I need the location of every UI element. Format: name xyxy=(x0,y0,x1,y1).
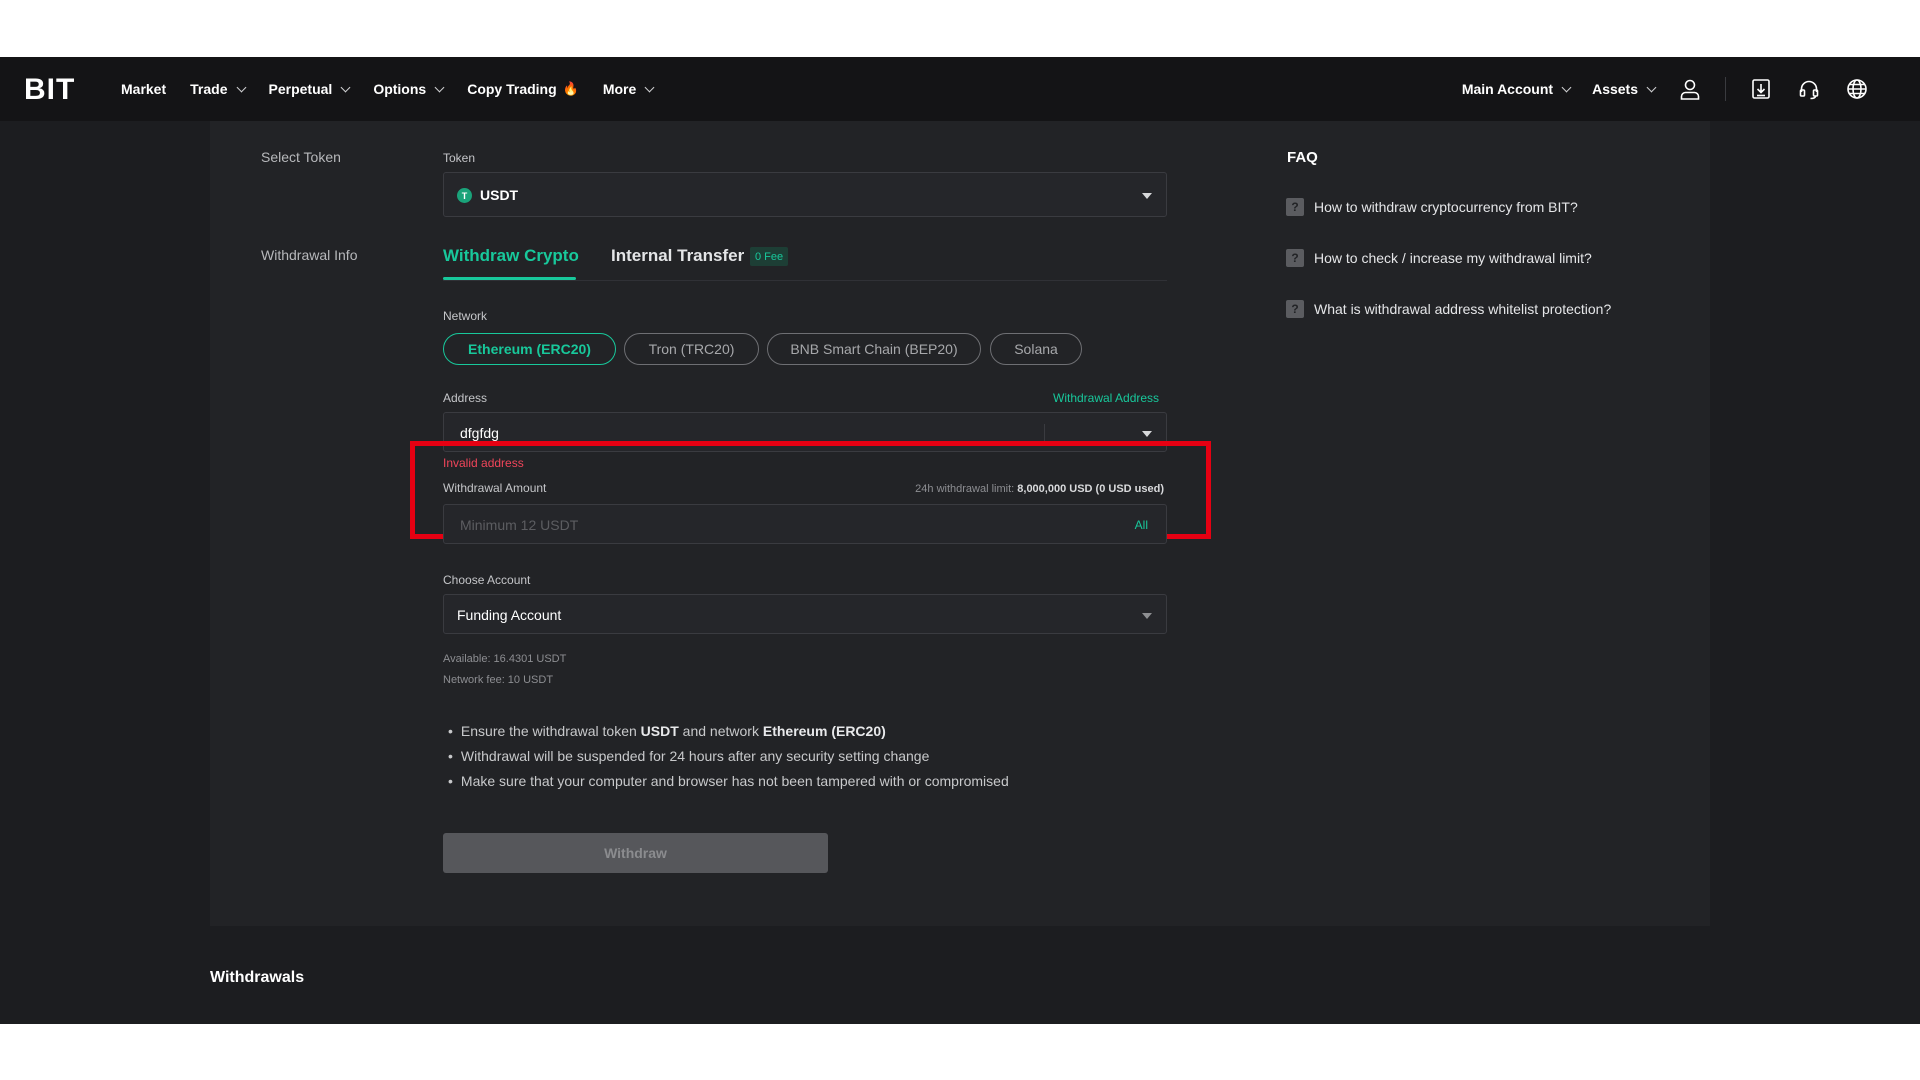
faq-item[interactable]: ? How to withdraw cryptocurrency from BIT… xyxy=(1286,198,1578,216)
amount-input[interactable]: Minimum 12 USDT All xyxy=(443,504,1167,544)
address-divider xyxy=(1044,424,1045,442)
main-account-menu[interactable]: Main Account xyxy=(1461,81,1572,97)
user-icon[interactable] xyxy=(1677,76,1703,102)
tab-withdraw-crypto[interactable]: Withdraw Crypto xyxy=(443,246,579,266)
all-button[interactable]: All xyxy=(1135,518,1148,532)
network-solana[interactable]: Solana xyxy=(990,333,1082,365)
network-label: Network xyxy=(443,309,488,323)
bit-logo[interactable]: BIT xyxy=(24,73,75,107)
withdraw-button[interactable]: Withdraw xyxy=(443,833,828,873)
note-1-network: Ethereum (ERC20) xyxy=(762,723,886,739)
caret-down-icon xyxy=(1142,193,1152,199)
nav-copy-trading-label: Copy Trading xyxy=(467,81,557,97)
app-frame: BIT Market Trade Perpetual Options Copy … xyxy=(0,57,1920,1024)
nav-more[interactable]: More xyxy=(602,81,655,97)
address-book-caret-icon[interactable] xyxy=(1142,431,1152,437)
faq-item-label: How to check / increase my withdrawal li… xyxy=(1314,250,1592,266)
limit-prefix: 24h withdrawal limit: xyxy=(915,483,1018,495)
nav-options[interactable]: Options xyxy=(373,81,445,97)
amount-label: Withdrawal Amount xyxy=(443,481,547,495)
note-2: • Withdrawal will be suspended for 24 hou… xyxy=(448,748,929,764)
main-nav: Market Trade Perpetual Options Copy Trad… xyxy=(121,57,655,121)
faq-item-label: What is withdrawal address whitelist pro… xyxy=(1314,301,1612,317)
chevron-down-icon xyxy=(434,82,445,92)
token-value: USDT xyxy=(480,187,519,203)
globe-icon[interactable] xyxy=(1844,76,1870,102)
nav-perpetual-label: Perpetual xyxy=(268,81,333,97)
nav-trade[interactable]: Trade xyxy=(190,81,246,97)
top-navbar: BIT Market Trade Perpetual Options Copy … xyxy=(0,57,1920,121)
tab-internal-transfer[interactable]: Internal Transfer xyxy=(611,246,744,266)
main-account-label: Main Account xyxy=(1461,81,1554,97)
limit-value: 8,000,000 USD (0 USD used) xyxy=(1017,483,1164,495)
network-fee: Network fee: 10 USDT xyxy=(443,674,554,686)
question-icon: ? xyxy=(1286,300,1304,318)
note-1-a: Ensure the withdrawal token xyxy=(460,723,641,739)
nav-trade-label: Trade xyxy=(190,81,228,97)
note-1-c: and network xyxy=(678,723,763,739)
bullet-icon: • xyxy=(448,773,453,789)
account-value: Funding Account xyxy=(457,607,562,623)
chevron-down-icon xyxy=(236,82,246,92)
address-label: Address xyxy=(443,391,488,405)
fire-icon: 🔥 xyxy=(562,81,579,96)
amount-placeholder: Minimum 12 USDT xyxy=(460,517,579,533)
withdrawal-address-link[interactable]: Withdrawal Address xyxy=(1053,391,1159,405)
nav-right-group: Main Account Assets xyxy=(1462,57,1870,121)
note-2-text: Withdrawal will be suspended for 24 hour… xyxy=(460,748,930,764)
headset-icon[interactable] xyxy=(1796,76,1822,102)
note-1-token: USDT xyxy=(640,723,679,739)
faq-item[interactable]: ? How to check / increase my withdrawal l… xyxy=(1286,249,1592,267)
network-bep20[interactable]: BNB Smart Chain (BEP20) xyxy=(767,333,981,365)
token-select[interactable]: T USDT xyxy=(443,172,1167,217)
tabs-divider xyxy=(443,280,1167,281)
usdt-icon: T xyxy=(457,188,472,203)
faq-title: FAQ xyxy=(1287,149,1318,166)
faq-item[interactable]: ? What is withdrawal address whitelist pr… xyxy=(1286,300,1611,318)
faq-item-label: How to withdraw cryptocurrency from BIT? xyxy=(1314,199,1578,215)
bullet-icon: • xyxy=(448,723,453,739)
chevron-down-icon xyxy=(644,82,655,92)
token-field-label: Token xyxy=(443,151,476,165)
nav-market[interactable]: Market xyxy=(121,81,166,97)
download-icon[interactable] xyxy=(1748,76,1774,102)
network-erc20[interactable]: Ethereum (ERC20) xyxy=(443,333,616,365)
note-1: • Ensure the withdrawal token USDT and n… xyxy=(448,723,886,739)
note-3: • Make sure that your computer and browse… xyxy=(448,773,1009,789)
assets-label: Assets xyxy=(1592,81,1638,97)
select-token-label: Select Token xyxy=(261,149,341,165)
note-3-text: Make sure that your computer and browser… xyxy=(460,773,1009,789)
nav-copy-trading[interactable]: Copy Trading 🔥 xyxy=(467,81,579,97)
nav-market-label: Market xyxy=(121,81,167,97)
question-icon: ? xyxy=(1286,198,1304,216)
chevron-down-icon xyxy=(1561,82,1572,92)
network-trc20[interactable]: Tron (TRC20) xyxy=(624,333,759,365)
withdrawal-limit: 24h withdrawal limit: 8,000,000 USD (0 U… xyxy=(915,483,1164,495)
nav-perpetual[interactable]: Perpetual xyxy=(268,81,351,97)
chevron-down-icon xyxy=(1646,82,1657,92)
chevron-down-icon xyxy=(340,82,351,92)
available-balance: Available: 16.4301 USDT xyxy=(443,653,567,665)
nav-options-label: Options xyxy=(373,81,427,97)
bullet-icon: • xyxy=(448,748,453,764)
assets-menu[interactable]: Assets xyxy=(1592,81,1657,97)
note-1-text: Ensure the withdrawal token USDT and net… xyxy=(461,723,886,739)
account-select[interactable]: Funding Account xyxy=(443,594,1167,634)
question-icon: ? xyxy=(1286,249,1304,267)
nav-more-label: More xyxy=(602,81,637,97)
nav-divider xyxy=(1725,77,1726,101)
choose-account-label: Choose Account xyxy=(443,573,531,587)
fee-badge: 0 Fee xyxy=(750,247,789,266)
address-value: dfgfdg xyxy=(460,425,499,441)
caret-down-icon xyxy=(1142,613,1152,619)
withdrawal-info-label: Withdrawal Info xyxy=(261,247,358,263)
withdrawals-heading: Withdrawals xyxy=(210,969,305,986)
